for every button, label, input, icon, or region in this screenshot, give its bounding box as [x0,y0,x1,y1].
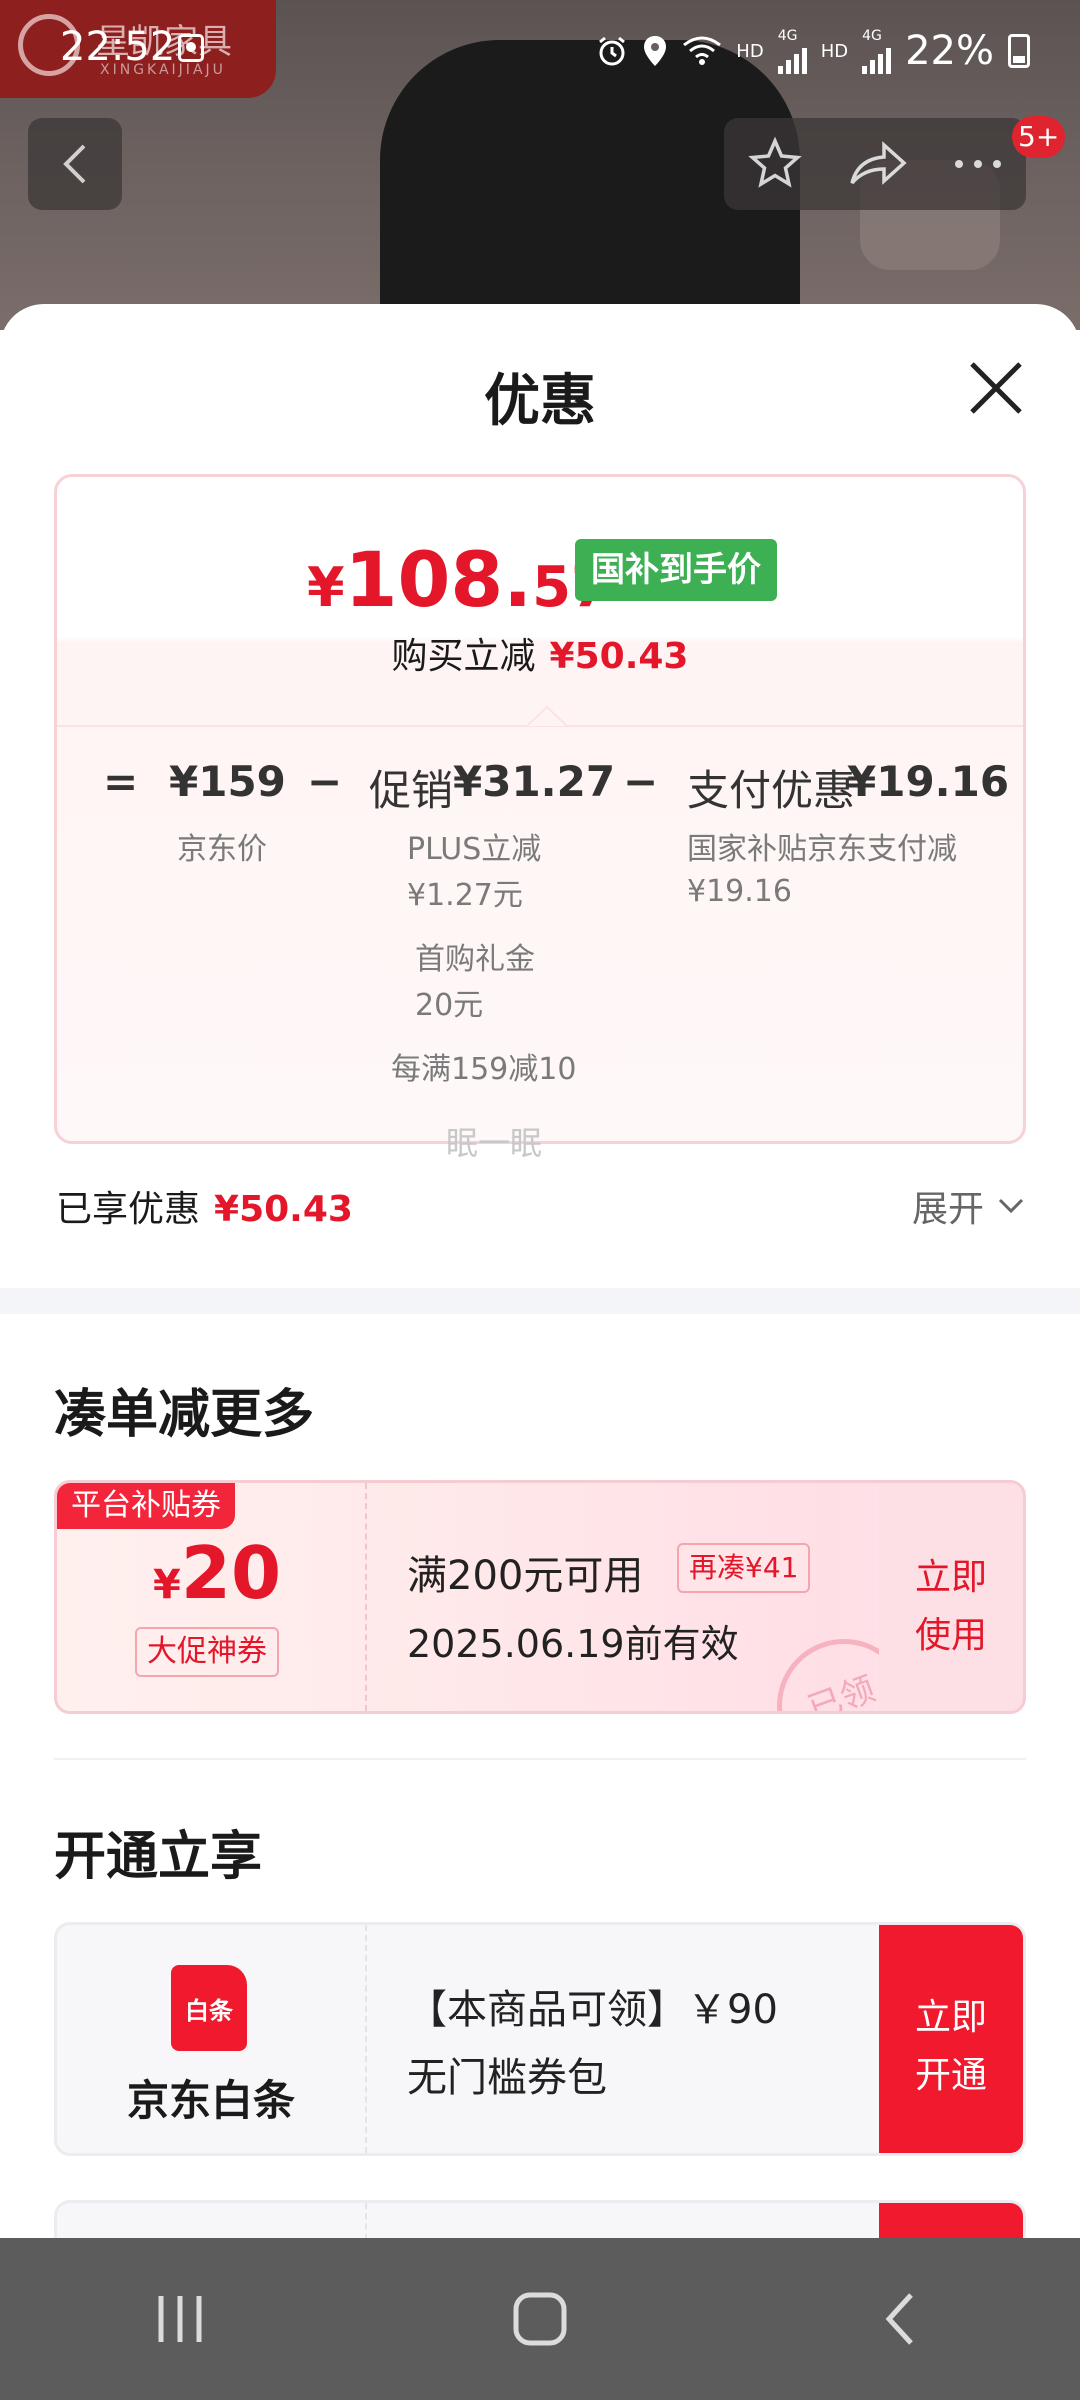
minus-sign-1: − [307,757,343,806]
purchase-saving-label: 购买立减 [391,636,536,677]
baitiao-offer-line1: 【本商品可领】￥90 [407,1987,778,2033]
wifi-icon [683,36,722,65]
baitiao-offer-card: 白条 京东白条 【本商品可领】￥90 无门槛券包 立即 开通 [54,1922,1026,2156]
alarm-icon [599,36,626,66]
discount-sheet: 优惠 ¥108.57 国补到手价 购买立减 ¥50.43 = ¥159 京东价 −… [0,304,1080,2238]
pay-discount-amount: ¥19.16 [847,757,1010,806]
watermark-text: 眠一眠 [446,1124,543,1162]
next-offer-card-peek [54,2200,1026,2238]
promo-amount: ¥31.27 [453,757,616,806]
open-baitiao-line2: 开通 [914,2055,987,2096]
promo-item-2-value: 20元 [415,988,484,1023]
enjoyed-discount-amount: ¥50.43 [214,1189,353,1230]
pay-item-1: 国家补贴京东支付减 [687,832,957,867]
system-back-button[interactable] [840,2259,960,2379]
pay-item-1-value: ¥19.16 [687,874,792,909]
share-icon[interactable] [848,139,908,189]
promo-label: 促销 [369,766,454,815]
close-icon[interactable] [966,358,1026,418]
enjoyed-discount: 已享优惠 ¥50.43 [56,1180,353,1232]
recent-apps-icon [158,2296,202,2342]
coupon-amount: ¥20 [153,1531,281,1615]
pay-discount-label: 支付优惠 [687,766,856,815]
promo-item-1: PLUS立减 [407,832,542,867]
coupon-currency: ¥ [153,1562,181,1608]
chevron-left-icon [63,144,86,184]
section-divider [54,1758,1026,1760]
coupon-value: 20 [180,1531,282,1615]
battery-percent: 22% [905,28,994,74]
notification-icon [178,34,204,62]
section-separator [0,1288,1080,1314]
sheet-title: 优惠 [484,369,596,434]
subsidy-price-tag: 国补到手价 [575,539,777,601]
next-card-button-peek[interactable] [879,2203,1023,2238]
baitiao-logo-icon: 白条 [171,1965,247,2051]
net-type-1: 4G [777,28,798,44]
net-label-1: HD [736,40,764,62]
use-coupon-line1: 立即 [914,1557,987,1598]
equals-sign: = [103,757,139,806]
jd-price-label: 京东价 [177,832,267,867]
coupon-add-more-badge: 再凑¥41 [677,1543,811,1593]
baitiao-name: 京东白条 [126,2076,295,2125]
jd-price: ¥159 [169,757,286,806]
net-type-2: 4G [862,28,882,44]
purchase-saving-amount: ¥50.43 [549,636,689,677]
final-price-integer: 108. [344,535,533,624]
system-nav-bar [0,2238,1080,2400]
more-icon[interactable] [953,158,1003,170]
coupon-condition: 满200元可用 [407,1553,644,1599]
next-card-perforation [365,2203,367,2238]
expand-button[interactable]: 展开 [912,1180,1024,1232]
final-price: ¥108.57 [307,535,610,624]
section-title-open-benefits: 开通立享 [54,1827,263,1887]
use-coupon-line2: 使用 [914,1615,987,1656]
enjoyed-discount-label: 已享优惠 [56,1189,201,1230]
baitiao-offer-line2: 无门槛券包 [407,2055,607,2101]
final-price-currency: ¥ [307,556,345,619]
home-icon [513,2292,567,2346]
battery-icon [1008,34,1030,68]
use-coupon-button[interactable]: 立即 使用 [879,1483,1023,1711]
recent-apps-button[interactable] [120,2259,240,2379]
message-count-badge: 5+ [1012,116,1066,158]
promo-item-3: 每满159减10 [391,1052,577,1087]
platform-coupon-card: 平台补贴券 ¥20 大促神券 满200元可用 再凑¥41 2025.06.19前… [54,1480,1026,1714]
back-button[interactable] [28,118,122,210]
home-button[interactable] [480,2259,600,2379]
signal-icon-1 [777,44,807,74]
location-icon [644,36,667,66]
chevron-down-icon [998,1198,1024,1214]
coupon-perforation [365,1483,367,1711]
coupon-kind-badge: 大促神券 [135,1627,279,1677]
divider-notch [527,705,567,727]
promo-item-2: 首购礼金 [415,942,535,977]
status-icons: HD 4G HD 4G 22% [596,26,1030,76]
net-label-2: HD [820,40,849,62]
purchase-saving: 购买立减 ¥50.43 [57,627,1023,679]
price-summary-card: ¥108.57 国补到手价 购买立减 ¥50.43 = ¥159 京东价 − 促销… [54,474,1026,1144]
favorite-star-icon[interactable] [747,136,803,192]
baitiao-perforation [365,1925,367,2153]
signal-icon-2 [862,44,892,74]
status-time: 22:52 [60,24,176,70]
top-action-group [724,118,1026,210]
open-baitiao-button[interactable]: 立即 开通 [879,1925,1023,2153]
coupon-tag: 平台补贴券 [57,1483,235,1529]
minus-sign-2: − [623,757,659,806]
expand-label: 展开 [911,1189,984,1230]
open-baitiao-line1: 立即 [914,1997,987,2038]
coupon-validity: 2025.06.19前有效 [407,1622,739,1666]
promo-item-1-value: ¥1.27元 [407,878,523,913]
back-arrow-icon [885,2293,913,2345]
section-title-more-discount: 凑单减更多 [54,1385,315,1445]
status-bar: 22:52 HD 4G HD 4G 22% [0,0,1080,100]
